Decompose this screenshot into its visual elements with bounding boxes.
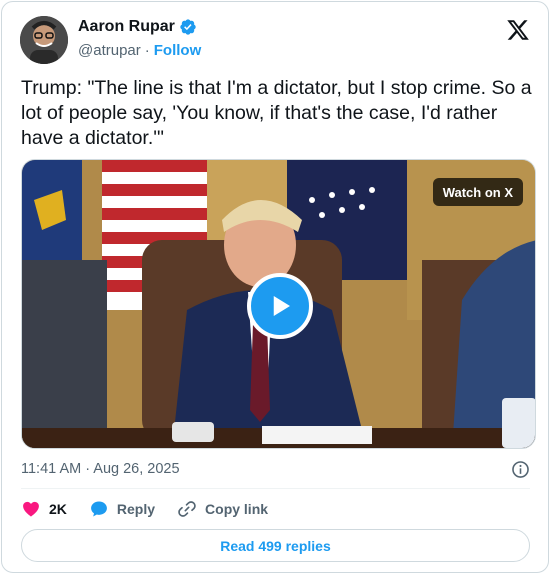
video-player[interactable]: Watch on X <box>21 159 536 449</box>
meta-row: 11:41 AM · Aug 26, 2025 <box>21 459 530 479</box>
tweet-card: Aaron Rupar @atrupar · Follow Trump: "Th… <box>1 1 549 573</box>
reply-bubble-icon <box>90 501 107 517</box>
info-icon[interactable] <box>511 460 530 479</box>
like-count: 2K <box>49 501 67 517</box>
author-handle[interactable]: @atrupar <box>78 42 141 59</box>
author-name[interactable]: Aaron Rupar <box>78 18 175 36</box>
author-name-row: Aaron Rupar <box>78 18 197 36</box>
copy-link-button[interactable]: Copy link <box>177 499 268 519</box>
divider <box>21 488 530 489</box>
like-button[interactable]: 2K <box>21 499 67 519</box>
reply-button[interactable]: Reply <box>89 499 155 519</box>
copy-link-label: Copy link <box>205 501 269 517</box>
play-icon <box>273 296 290 316</box>
reply-label: Reply <box>116 501 156 517</box>
heart-icon <box>23 501 39 517</box>
read-replies-button[interactable]: Read 499 replies <box>21 529 530 562</box>
avatar[interactable] <box>20 16 68 64</box>
follow-button[interactable]: Follow <box>154 42 202 59</box>
handle-row: @atrupar · Follow <box>78 42 201 59</box>
tweet-text: Trump: "The line is that I'm a dictator,… <box>21 77 532 149</box>
watch-on-x-button[interactable]: Watch on X <box>432 178 523 206</box>
link-icon <box>178 501 196 517</box>
x-logo-icon[interactable] <box>506 18 530 42</box>
verified-badge-icon <box>180 19 196 35</box>
separator: · <box>144 42 150 59</box>
timestamp[interactable]: 11:41 AM · Aug 26, 2025 <box>21 461 180 477</box>
action-bar: 2K Reply Copy link <box>21 498 268 520</box>
play-button[interactable] <box>247 273 313 339</box>
